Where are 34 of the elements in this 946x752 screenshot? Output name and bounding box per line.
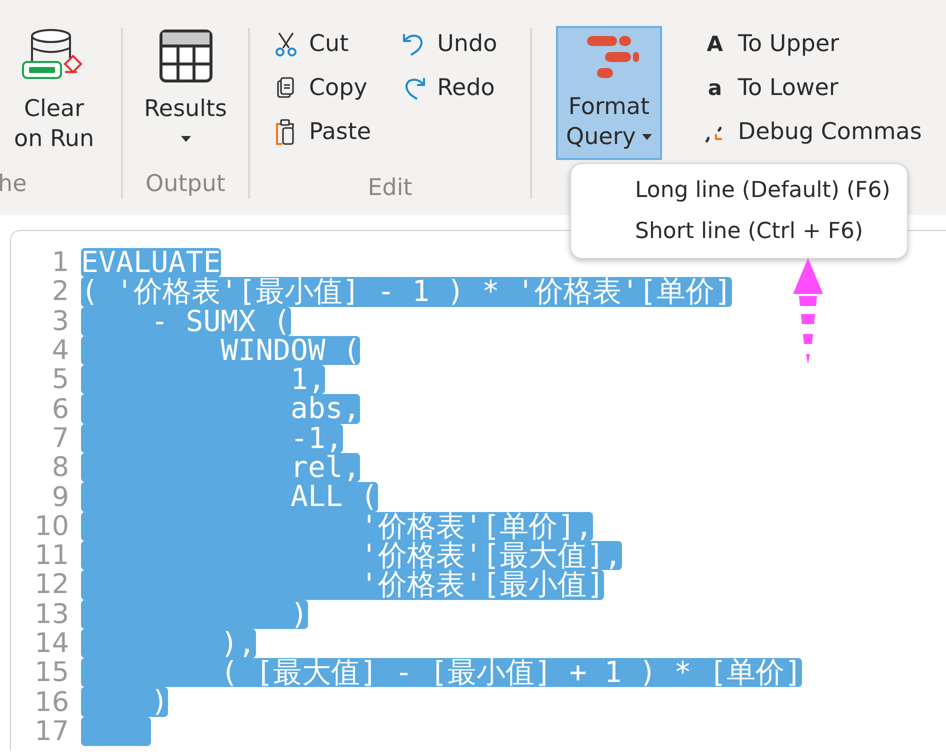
- line-number: 14: [34, 628, 70, 660]
- line-number: 15: [34, 657, 70, 688]
- line-number: 1: [50, 247, 70, 278]
- line-number: 6: [50, 394, 70, 425]
- clear-on-run-button[interactable]: Clear on Run: [4, 22, 104, 156]
- debug-commas-button[interactable]: Debug Commas: [702, 114, 922, 149]
- line-number: 12: [34, 569, 70, 600]
- copy-button[interactable]: Copy: [273, 70, 372, 105]
- to-upper-button[interactable]: A To Upper: [702, 26, 922, 61]
- line-number: 13: [34, 598, 70, 630]
- line-number: 5: [50, 364, 70, 396]
- cut-button[interactable]: Cut: [273, 26, 372, 61]
- undo-button[interactable]: Undo: [401, 26, 498, 61]
- line-number: 2: [50, 276, 70, 308]
- menu-item[interactable]: Long line (Default) (F6): [571, 170, 907, 211]
- format-query-button[interactable]: Format Query: [556, 26, 662, 160]
- line-number: 10: [34, 510, 70, 542]
- table-icon: [158, 28, 214, 84]
- group-label: Output: [146, 170, 226, 199]
- line-number: 17: [34, 716, 70, 747]
- results-button[interactable]: Results: [134, 22, 238, 156]
- group-label: Edit: [368, 174, 412, 203]
- line-number: 3: [50, 306, 70, 337]
- to-lower-button[interactable]: a To Lower: [702, 70, 922, 105]
- group-label: he: [0, 170, 27, 199]
- scissors-icon: [273, 30, 299, 56]
- redo-button[interactable]: Redo: [401, 70, 498, 105]
- paste-button[interactable]: Paste: [273, 114, 372, 149]
- line-number: 4: [50, 335, 70, 366]
- line-number: 7: [50, 422, 70, 454]
- line-number: 11: [34, 540, 70, 572]
- line-number: 9: [50, 482, 70, 513]
- line-number: 8: [50, 452, 70, 484]
- line-number: 16: [34, 686, 70, 718]
